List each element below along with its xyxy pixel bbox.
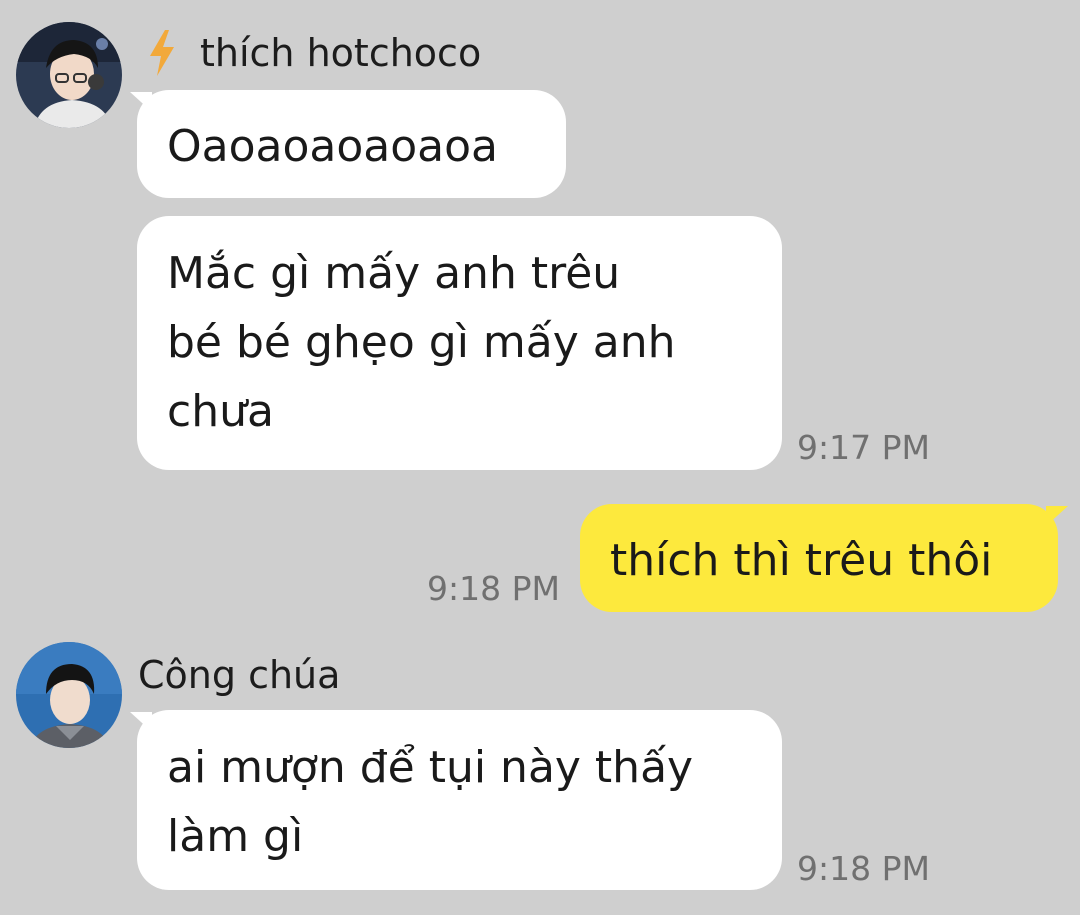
- lightning-bolt-icon: [150, 30, 174, 76]
- message-text: ai mượn để tụi này thấy: [167, 742, 694, 793]
- message-bubble[interactable]: ai mượn để tụi này thấy làm gì: [137, 710, 782, 890]
- message-bubble[interactable]: Oaoaoaoaoaoa: [137, 90, 566, 198]
- message-text: Oaoaoaoaoaoa: [167, 121, 499, 172]
- avatar-cong-chua[interactable]: [16, 642, 122, 748]
- message-bubble[interactable]: Mắc gì mấy anh trêu bé bé ghẹo gì mấy an…: [137, 216, 782, 470]
- sender-name-cong-chua: Công chúa: [138, 653, 341, 697]
- message-text: chưa: [167, 386, 274, 437]
- message-text: làm gì: [167, 811, 304, 862]
- outgoing-message-bubble[interactable]: thích thì trêu thôi: [580, 504, 1058, 612]
- avatar-hotchoco[interactable]: [16, 22, 122, 128]
- message-text: bé bé ghẹo gì mấy anh: [167, 317, 676, 368]
- bubble-tail: [1046, 506, 1068, 526]
- message-text: thích thì trêu thôi: [610, 535, 993, 586]
- sender-name-hotchoco: thích hotchoco: [200, 31, 482, 75]
- message-timestamp: 9:18 PM: [427, 569, 560, 608]
- message-timestamp: 9:18 PM: [797, 849, 930, 888]
- message-timestamp: 9:17 PM: [797, 428, 930, 467]
- message-text: Mắc gì mấy anh trêu: [167, 248, 621, 299]
